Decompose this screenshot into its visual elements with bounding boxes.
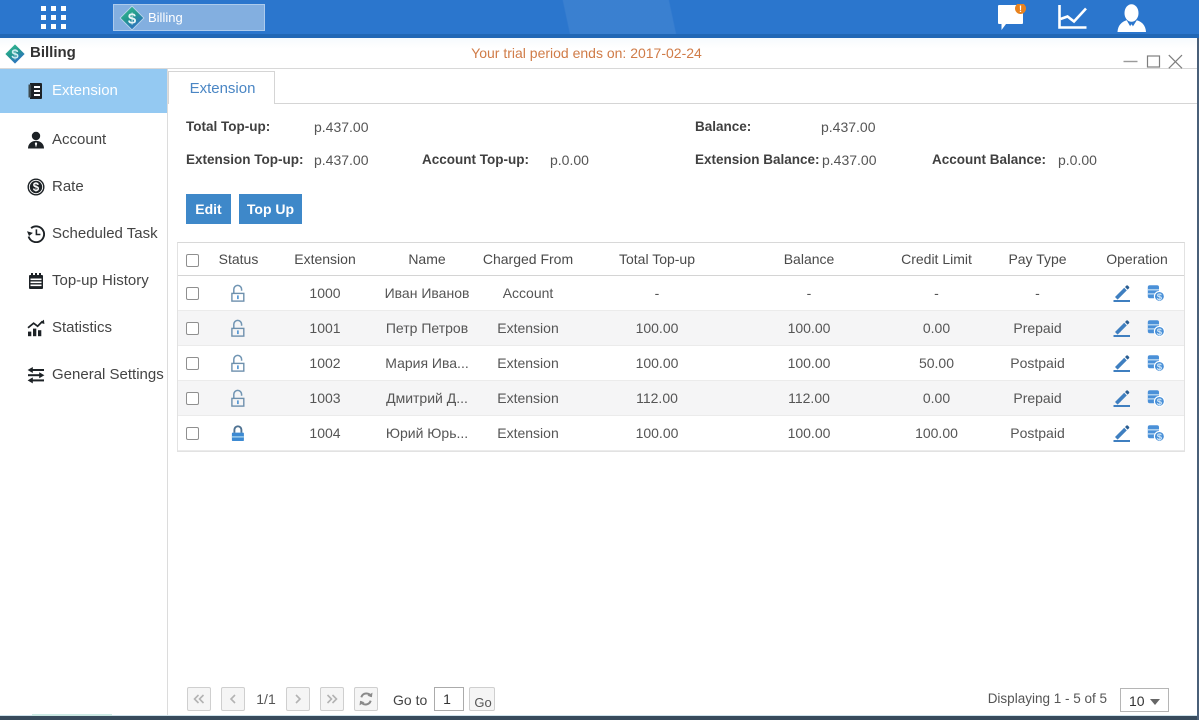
svg-text:$: $: [128, 10, 137, 27]
svg-text:$: $: [1157, 362, 1163, 372]
svg-text:$: $: [1157, 292, 1163, 302]
svg-text:$: $: [33, 182, 40, 194]
svg-text:$: $: [1157, 397, 1163, 407]
svg-text:$: $: [1157, 327, 1163, 337]
svg-text:$: $: [1157, 432, 1163, 442]
svg-text:!: !: [1019, 4, 1022, 14]
